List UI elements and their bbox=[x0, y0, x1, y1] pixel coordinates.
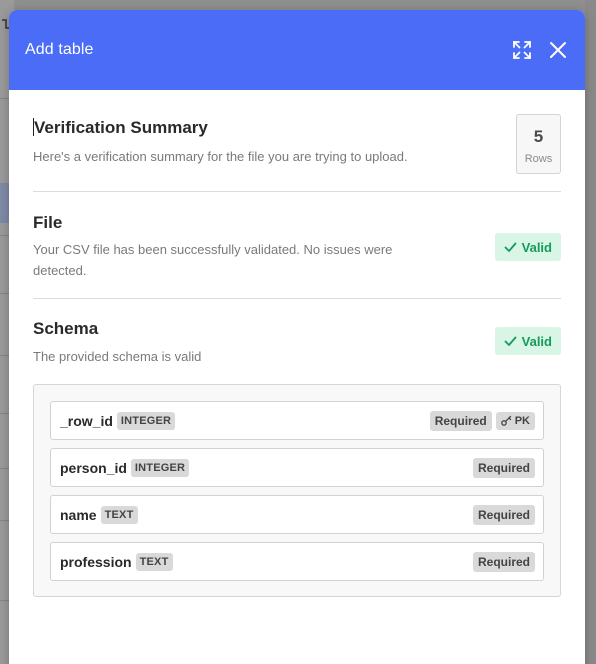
close-icon[interactable] bbox=[547, 39, 569, 61]
required-tag: Required bbox=[472, 504, 535, 525]
check-icon bbox=[504, 242, 517, 253]
schema-columns-panel: _row_id INTEGER Required PK person_id IN… bbox=[33, 384, 561, 597]
required-tag: Required bbox=[429, 410, 492, 431]
summary-title: Verification Summary bbox=[34, 118, 208, 137]
add-table-modal: Add table Verification Summary Here's a … bbox=[9, 10, 585, 664]
modal-body: Verification Summary Here's a verificati… bbox=[9, 90, 585, 597]
modal-title: Add table bbox=[25, 41, 94, 58]
schema-section: Schema The provided schema is valid Vali… bbox=[33, 299, 561, 597]
expand-icon[interactable] bbox=[511, 39, 533, 61]
schema-status-badge: Valid bbox=[494, 327, 561, 355]
file-description: Your CSV file has been successfully vali… bbox=[33, 242, 393, 278]
key-icon bbox=[500, 415, 511, 426]
schema-status-text: Valid bbox=[521, 333, 552, 349]
file-title: File bbox=[33, 213, 63, 232]
column-name: _row_id bbox=[60, 412, 113, 429]
column-type-tag: INTEGER bbox=[130, 458, 190, 477]
verification-summary-section: Verification Summary Here's a verificati… bbox=[33, 90, 561, 192]
primary-key-label: PK bbox=[514, 414, 530, 427]
file-status-badge: Valid bbox=[494, 233, 561, 261]
schema-description: The provided schema is valid bbox=[33, 349, 202, 364]
file-section: File Your CSV file has been successfully… bbox=[33, 192, 561, 299]
schema-title: Schema bbox=[33, 319, 99, 338]
background-scroll-area bbox=[585, 0, 596, 664]
required-tag: Required bbox=[472, 457, 535, 478]
column-name: profession bbox=[60, 553, 132, 570]
required-tag: Required bbox=[472, 551, 535, 572]
schema-column-row: _row_id INTEGER Required PK bbox=[50, 401, 544, 440]
rows-count-box: 5 Rows bbox=[516, 114, 561, 174]
column-name: name bbox=[60, 506, 97, 523]
modal-header: Add table bbox=[9, 10, 585, 90]
check-icon bbox=[504, 336, 517, 347]
schema-column-row: person_id INTEGER Required bbox=[50, 448, 544, 487]
column-name: person_id bbox=[60, 459, 127, 476]
column-type-tag: TEXT bbox=[135, 552, 173, 571]
rows-label: Rows bbox=[524, 153, 553, 165]
column-type-tag: TEXT bbox=[100, 505, 138, 524]
summary-title-wrap: Verification Summary bbox=[33, 118, 516, 138]
column-type-tag: INTEGER bbox=[116, 411, 176, 430]
file-status-text: Valid bbox=[521, 239, 552, 255]
summary-description: Here's a verification summary for the fi… bbox=[33, 149, 408, 164]
schema-column-row: name TEXT Required bbox=[50, 495, 544, 534]
schema-column-row: profession TEXT Required bbox=[50, 542, 544, 581]
rows-count: 5 bbox=[533, 127, 544, 146]
primary-key-tag: PK bbox=[495, 411, 535, 430]
